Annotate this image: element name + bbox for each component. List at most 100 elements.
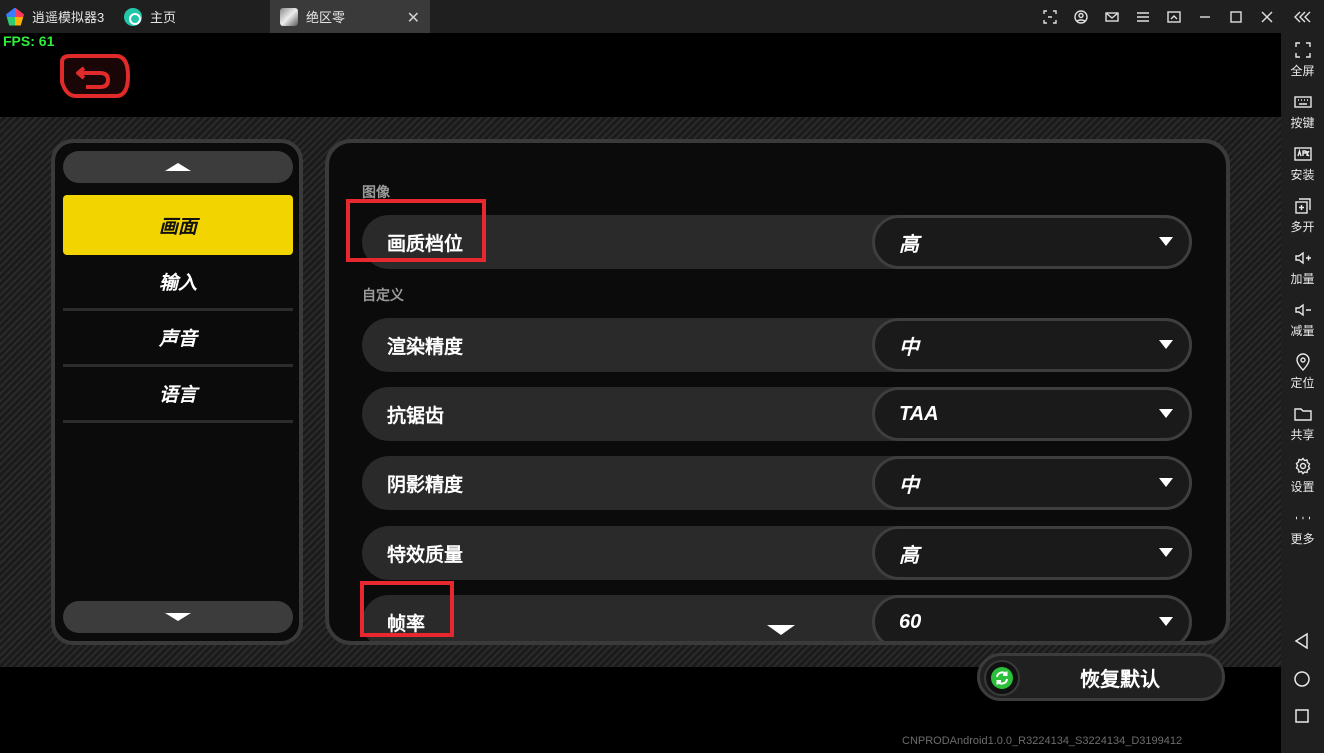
menu-item-display[interactable]: 画面: [63, 195, 293, 255]
refresh-icon: [984, 660, 1020, 696]
close-icon[interactable]: [1251, 0, 1282, 33]
dropdown-value: 中: [899, 336, 919, 359]
home-icon: [124, 7, 142, 26]
sidebar-label: 全屏: [1290, 64, 1315, 78]
sidebar-item-more[interactable]: 更多: [1281, 503, 1324, 553]
android-back-icon[interactable]: [1292, 631, 1312, 651]
arrow-up-icon: [165, 163, 191, 171]
back-arrow-icon: [60, 54, 131, 98]
sidebar-label: 定位: [1290, 376, 1315, 390]
section-title-custom: 自定义: [362, 287, 404, 303]
dropdown-arrow-icon: [1159, 548, 1173, 557]
android-home-icon[interactable]: [1292, 669, 1312, 689]
sidebar-label: 更多: [1290, 532, 1315, 546]
menu-item-language[interactable]: 语言: [63, 367, 293, 423]
dropdown-value: 高: [899, 233, 919, 256]
sidebar-item-share[interactable]: 共享: [1281, 399, 1324, 449]
dropdown-arrow-icon: [1159, 617, 1173, 626]
fps-counter: FPS: 61: [3, 33, 55, 49]
keyboard-icon: [1293, 96, 1312, 108]
restore-defaults-label: 恢复默认: [1080, 668, 1160, 691]
quality-preset-dropdown[interactable]: 高: [872, 215, 1192, 269]
menu-scroll-down-button[interactable]: [63, 601, 293, 633]
shadow-precision-dropdown[interactable]: 中: [872, 456, 1192, 510]
menu-icon[interactable]: [1127, 0, 1158, 33]
effects-quality-dropdown[interactable]: 高: [872, 526, 1192, 580]
dropdown-arrow-icon: [1159, 478, 1173, 487]
maximize-icon[interactable]: [1220, 0, 1251, 33]
game-icon: [280, 7, 298, 26]
display-icon[interactable]: [1158, 0, 1189, 33]
dropdown-arrow-icon: [1159, 409, 1173, 418]
anti-aliasing-dropdown[interactable]: TAA: [872, 387, 1192, 441]
setting-row-anti-aliasing: 抗锯齿 TAA: [362, 387, 1192, 441]
back-button[interactable]: [56, 52, 132, 100]
render-precision-dropdown[interactable]: 中: [872, 318, 1192, 372]
sidebar-label: 按键: [1290, 116, 1315, 130]
dropdown-value: 中: [899, 474, 919, 497]
tab-home[interactable]: 主页: [112, 0, 270, 33]
scroll-down-indicator-icon[interactable]: [767, 625, 795, 635]
mail-icon[interactable]: [1096, 0, 1127, 33]
dropdown-arrow-icon: [1159, 340, 1173, 349]
sidebar-label: 安装: [1290, 168, 1315, 182]
restore-defaults-button[interactable]: 恢复默认: [977, 653, 1225, 701]
setting-row-quality-preset: 画质档位 高: [362, 215, 1192, 269]
title-bar: 逍遥模拟器3 主页 绝区零 ✕: [0, 0, 1324, 33]
arrow-down-icon: [165, 613, 191, 621]
android-recents-icon[interactable]: [1292, 706, 1312, 726]
game-screen: FPS: 61 画面 输入 声音 语言 图像 画质档位 高 自定义 渲染精度 中…: [0, 33, 1281, 753]
setting-label: 渲染精度: [387, 336, 464, 358]
user-icon[interactable]: [1065, 0, 1096, 33]
setting-row-frame-rate: 帧率 60: [362, 595, 1192, 641]
tab-label: 绝区零: [306, 10, 346, 25]
sidebar-item-volume-up[interactable]: 加量: [1281, 243, 1324, 293]
tab-label: 逍遥模拟器3: [32, 10, 105, 25]
volume-up-icon: [1294, 251, 1311, 265]
build-version: CNPRODAndroid1.0.0_R3224134_S3224134_D31…: [902, 735, 1183, 747]
gear-icon: [1295, 457, 1310, 475]
sidebar-item-location[interactable]: 定位: [1281, 347, 1324, 397]
setting-label: 阴影精度: [387, 474, 464, 496]
dropdown-arrow-icon: [1159, 237, 1173, 246]
close-tab-icon[interactable]: ✕: [407, 8, 420, 28]
sidebar-item-install[interactable]: 安装: [1281, 139, 1324, 189]
sidebar-label: 多开: [1290, 220, 1315, 234]
tab-game[interactable]: 绝区零 ✕: [270, 0, 430, 33]
volume-down-icon: [1294, 303, 1311, 317]
sidebar-item-multi[interactable]: 多开: [1281, 191, 1324, 241]
highlight-box-frame-rate: [360, 581, 454, 637]
collapse-sidebar-icon[interactable]: [1282, 0, 1324, 33]
menu-item-sound[interactable]: 声音: [63, 311, 293, 367]
emulator-sidebar: 全屏 按键 安装 多开 加量 减量 定位 共享 设置 更多: [1281, 33, 1324, 753]
fullscreen-icon: [1294, 42, 1311, 58]
folder-icon: [1293, 408, 1312, 421]
tab-app[interactable]: 逍遥模拟器3: [0, 0, 112, 33]
sidebar-item-keyboard[interactable]: 按键: [1281, 87, 1324, 137]
more-icon: [1295, 516, 1310, 520]
sidebar-label: 加量: [1290, 272, 1315, 286]
setting-label: 抗锯齿: [387, 405, 445, 427]
frame-rate-dropdown[interactable]: 60: [872, 595, 1192, 641]
settings-menu: 画面 输入 声音 语言: [51, 139, 303, 645]
sidebar-item-fullscreen[interactable]: 全屏: [1281, 35, 1324, 85]
minimize-icon[interactable]: [1189, 0, 1220, 33]
setting-row-render-precision: 渲染精度 中: [362, 318, 1192, 372]
dropdown-value: TAA: [899, 402, 939, 425]
multi-instance-icon: [1294, 198, 1311, 214]
menu-item-input[interactable]: 输入: [63, 255, 293, 311]
sidebar-item-volume-down[interactable]: 减量: [1281, 295, 1324, 345]
sidebar-item-settings[interactable]: 设置: [1281, 451, 1324, 501]
setting-row-shadow-precision: 阴影精度 中: [362, 456, 1192, 510]
sidebar-label: 设置: [1290, 480, 1315, 494]
sidebar-label: 减量: [1290, 324, 1315, 338]
dropdown-value: 高: [899, 544, 919, 567]
apk-icon: [1293, 147, 1312, 161]
highlight-box-quality-preset: [346, 199, 486, 262]
menu-scroll-up-button[interactable]: [63, 151, 293, 183]
location-icon: [1295, 353, 1310, 371]
dropdown-value: 60: [899, 610, 922, 633]
screenshot-icon[interactable]: [1034, 0, 1065, 33]
app-logo-icon: [6, 7, 24, 26]
setting-label: 特效质量: [387, 544, 464, 566]
